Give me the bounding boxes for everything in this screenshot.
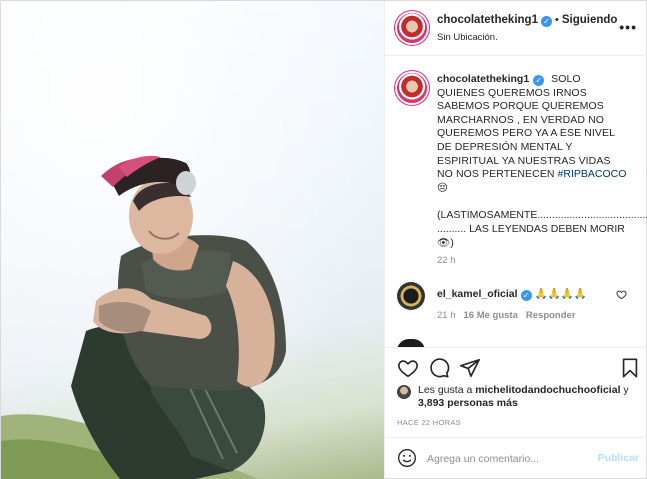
action-bar: Les gusta a michelitodandochuchooficial … <box>385 347 647 437</box>
comment-bubble-icon[interactable] <box>428 357 450 379</box>
likes-prefix: Les gusta a <box>418 384 476 396</box>
caption-emoji: 😔 <box>437 181 448 194</box>
post-header: chocolatetheking1 ✓ • Siguiendo Sin Ubicaci… <box>385 1 647 56</box>
comment-meta: 21 h 16 Me gusta Responder <box>437 310 576 321</box>
post-comment-button[interactable]: Publicar <box>598 452 639 464</box>
post-sidebar: chocolatetheking1 ✓ • Siguiendo Sin Ubicaci… <box>384 1 647 479</box>
comment-input[interactable] <box>427 451 587 467</box>
post-timestamp[interactable]: HACE 22 HORAS <box>397 418 461 427</box>
liker-username[interactable]: michelitodandochuchooficial <box>475 384 620 396</box>
comments-area: chocolatetheking1 ✓ SOLO QUIENES QUEREMOS… <box>385 57 647 347</box>
comment-likes[interactable]: 16 Me gusta <box>464 310 518 321</box>
save-bookmark-icon[interactable] <box>619 357 641 379</box>
verified-badge-icon: ✓ <box>540 16 552 27</box>
caption-text-secondary: (LASTIMOSAMENTE.........................… <box>437 209 647 249</box>
comment-row: el_kamel_oficial ✓ 🙏🙏🙏🙏 <box>437 287 587 301</box>
comment-age: 21 h <box>437 310 456 321</box>
likes-middle: y <box>620 384 629 396</box>
caption-age: 22 h <box>437 255 456 266</box>
like-heart-icon[interactable] <box>397 357 419 379</box>
commenter-username[interactable]: el_kamel_oficial <box>437 288 518 300</box>
verified-badge-icon: ✓ <box>520 290 532 301</box>
add-comment-bar: Publicar <box>385 437 647 479</box>
verified-badge-icon: ✓ <box>533 75 545 86</box>
instagram-post-modal: chocolatetheking1 ✓ • Siguiendo Sin Ubicaci… <box>0 0 647 479</box>
comment-like-heart-icon[interactable] <box>616 289 627 300</box>
following-button[interactable]: Siguiendo <box>562 14 618 26</box>
caption-username[interactable]: chocolatetheking1 <box>437 73 529 85</box>
author-username[interactable]: chocolatetheking1 <box>437 14 538 26</box>
hashtag-link[interactable]: #RIPBACOCO <box>558 168 627 180</box>
comment-text: 🙏🙏🙏🙏 <box>534 288 587 300</box>
likes-count[interactable]: 3,893 personas más <box>418 397 518 409</box>
post-caption: chocolatetheking1 ✓ SOLO QUIENES QUEREMOS… <box>437 73 647 250</box>
post-photo[interactable] <box>1 1 384 479</box>
likes-summary: Les gusta a michelitodandochuchooficial … <box>418 384 638 411</box>
photo-illustration <box>1 1 384 479</box>
reply-button[interactable]: Responder <box>526 310 576 321</box>
post-location[interactable]: Sin Ubicación. <box>437 32 498 43</box>
liker-avatar[interactable] <box>397 385 411 399</box>
separator-dot: • <box>554 14 559 26</box>
commenter-avatar[interactable] <box>397 282 425 310</box>
more-options-icon[interactable]: ••• <box>619 19 637 35</box>
next-comment-avatar <box>397 339 425 347</box>
author-line: chocolatetheking1 ✓ • Siguiendo <box>437 14 617 27</box>
share-send-icon[interactable] <box>459 357 481 379</box>
emoji-smiley-icon[interactable] <box>397 448 417 468</box>
author-avatar[interactable] <box>397 13 427 43</box>
caption-avatar[interactable] <box>397 73 427 103</box>
caption-text: SOLO QUIENES QUEREMOS IRNOS SABEMOS PORQ… <box>437 73 615 181</box>
